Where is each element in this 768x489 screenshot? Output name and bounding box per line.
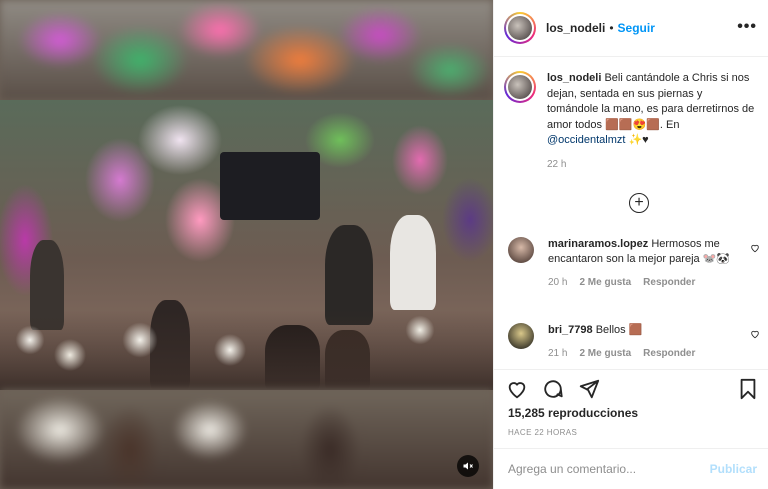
- avatar[interactable]: [504, 12, 536, 44]
- media-blur-bottom: [0, 390, 493, 489]
- post-caption: los_nodeli Beli cantándole a Chris si no…: [504, 71, 757, 172]
- comment-meta: 20 h 2 Me gusta Responder: [548, 275, 744, 290]
- post-actions: 15,285 reproducciones HACE 22 HORAS: [494, 369, 768, 439]
- caption-username[interactable]: los_nodeli: [547, 72, 601, 84]
- share-icon[interactable]: [578, 378, 600, 400]
- separator-dot: •: [609, 21, 614, 35]
- comment-time[interactable]: 21 h: [548, 346, 567, 361]
- comment-likes[interactable]: 2 Me gusta: [579, 346, 631, 361]
- comment-username[interactable]: marinaramos.lopez: [548, 238, 648, 250]
- post-header: los_nodeli • Seguir •••: [494, 0, 768, 57]
- heart-icon[interactable]: [506, 378, 528, 400]
- post-timestamp[interactable]: HACE 22 HORAS: [508, 428, 577, 437]
- comment-likes[interactable]: 2 Me gusta: [579, 275, 631, 290]
- post-media[interactable]: [0, 0, 493, 489]
- video-stage-screen: [220, 152, 320, 220]
- avatar[interactable]: [504, 71, 536, 103]
- comment-icon[interactable]: [542, 378, 564, 400]
- heart-icon[interactable]: [750, 329, 760, 339]
- comment-item: marinaramos.lopez Hermosos me encantaron…: [508, 237, 760, 290]
- caption-tail: ✨♥: [625, 134, 649, 146]
- header-username[interactable]: los_nodeli: [546, 21, 605, 35]
- comment-body: bri_7798 Bellos 🟫 21 h 2 Me gusta Respon…: [548, 323, 744, 361]
- video-person: [390, 215, 436, 310]
- video-player[interactable]: [0, 100, 493, 390]
- heart-icon[interactable]: [750, 243, 760, 253]
- caption-time: 22 h: [547, 158, 567, 170]
- action-icons: [506, 378, 600, 400]
- post-side-panel: los_nodeli • Seguir ••• los_nodeli Beli …: [493, 0, 768, 489]
- comment-item: bri_7798 Bellos 🟫 21 h 2 Me gusta Respon…: [508, 323, 760, 361]
- bookmark-icon[interactable]: [737, 378, 759, 403]
- comments-section: los_nodeli Beli cantándole a Chris si no…: [494, 57, 768, 369]
- views-count[interactable]: 15,285 reproducciones: [508, 406, 638, 420]
- more-options-icon[interactable]: •••: [737, 18, 757, 36]
- reply-button[interactable]: Responder: [643, 346, 695, 361]
- reply-button[interactable]: Responder: [643, 275, 695, 290]
- comment-text: Bellos 🟫: [595, 324, 643, 336]
- volume-mute-icon[interactable]: [457, 455, 479, 477]
- comment-username[interactable]: bri_7798: [548, 324, 593, 336]
- comment-time[interactable]: 20 h: [548, 275, 567, 290]
- comment-meta: 21 h 2 Me gusta Responder: [548, 346, 744, 361]
- comment-body: marinaramos.lopez Hermosos me encantaron…: [548, 237, 744, 290]
- comment-input[interactable]: [508, 462, 710, 476]
- media-blur-top: [0, 0, 493, 100]
- plus-circle-icon[interactable]: +: [629, 193, 649, 213]
- follow-button[interactable]: Seguir: [618, 21, 655, 35]
- avatar[interactable]: [508, 323, 534, 349]
- caption-mention[interactable]: @occidentalmzt: [547, 134, 625, 146]
- caption-body: los_nodeli Beli cantándole a Chris si no…: [547, 71, 755, 172]
- publish-button[interactable]: Publicar: [710, 462, 757, 476]
- avatar[interactable]: [508, 237, 534, 263]
- add-comment-bar: Publicar: [494, 448, 768, 489]
- video-flowers: [0, 310, 493, 390]
